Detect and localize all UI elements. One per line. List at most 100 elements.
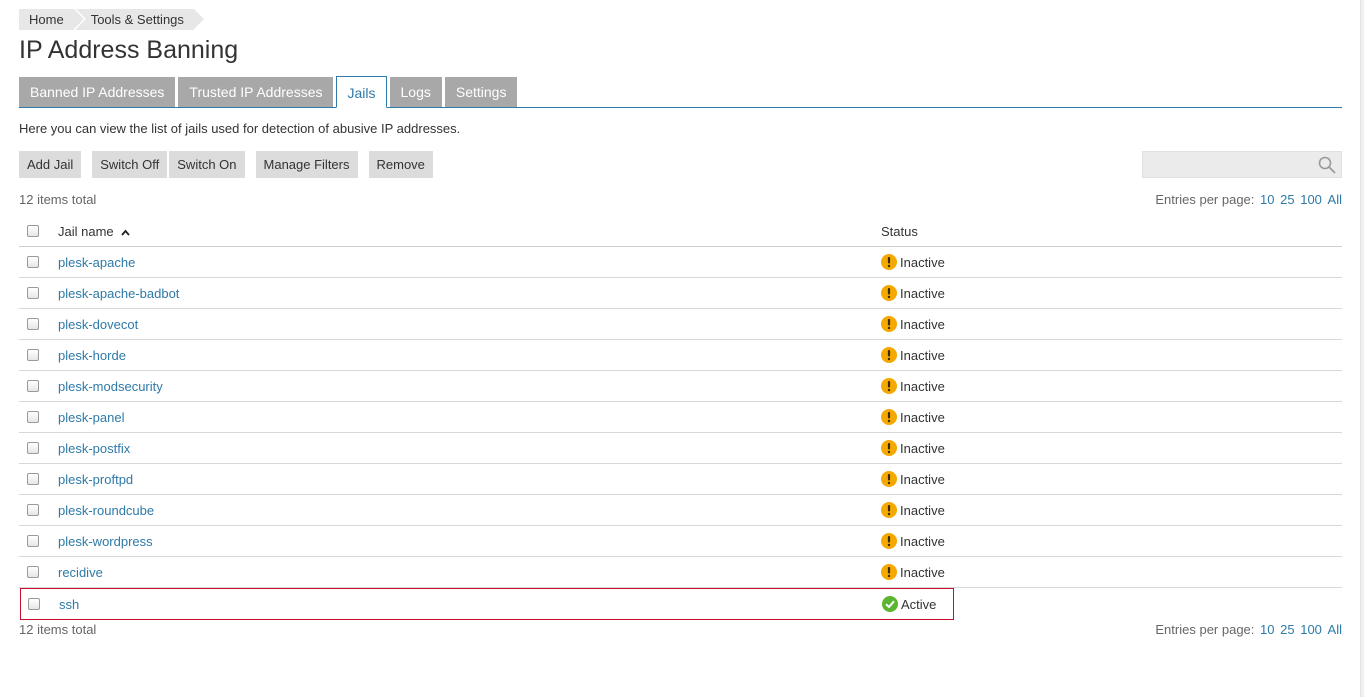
status-cell: Inactive [881,564,945,580]
table-row: plesk-dovecot Inactive [19,309,1342,340]
column-header-status[interactable]: Status [881,224,918,239]
jail-name-link[interactable]: plesk-wordpress [58,534,153,549]
row-checkbox[interactable] [27,535,39,547]
warning-icon [881,440,897,456]
row-checkbox[interactable] [27,349,39,361]
tab-settings[interactable]: Settings [444,77,518,107]
warning-icon [881,471,897,487]
table-row: plesk-panel Inactive [19,402,1342,433]
jail-name-link[interactable]: plesk-apache [58,255,135,270]
table-header: Jail name Status [19,216,1342,247]
tab-bar: Banned IP Addresses Trusted IP Addresses… [19,76,1342,108]
search-icon[interactable] [1318,156,1336,174]
jails-table: Jail name Status plesk-apache Inactive ple… [19,216,1342,620]
page-hint: Here you can view the list of jails used… [19,121,461,136]
status-cell: Inactive [881,502,945,518]
row-checkbox[interactable] [27,318,39,330]
status-cell: Active [882,596,936,612]
add-jail-button[interactable]: Add Jail [19,151,82,178]
column-header-jail-name[interactable]: Jail name [58,224,130,239]
status-label: Inactive [900,347,945,363]
table-row: plesk-horde Inactive [19,340,1342,371]
entries-option-25[interactable]: 25 [1280,622,1294,637]
jail-name-link[interactable]: plesk-dovecot [58,317,138,332]
row-checkbox[interactable] [27,504,39,516]
status-cell: Inactive [881,440,945,456]
sort-ascending-icon [121,229,130,236]
status-label: Inactive [900,409,945,425]
breadcrumb: Home Tools & Settings [19,9,207,30]
row-checkbox[interactable] [28,598,40,610]
scrollbar-edge [1360,0,1364,697]
status-label: Inactive [900,502,945,518]
table-row: recidive Inactive [19,557,1342,588]
entries-option-all[interactable]: All [1328,622,1342,637]
jail-name-link[interactable]: plesk-proftpd [58,472,133,487]
column-jail-name-label: Jail name [58,223,114,239]
entries-option-all[interactable]: All [1328,192,1342,207]
entries-per-page-bottom: Entries per page: 10 25 100 All [1155,622,1342,637]
entries-label: Entries per page: [1155,622,1255,637]
jail-name-link[interactable]: plesk-apache-badbot [58,286,179,301]
row-checkbox[interactable] [27,256,39,268]
jail-name-link[interactable]: plesk-roundcube [58,503,154,518]
warning-icon [881,254,897,270]
row-checkbox[interactable] [27,442,39,454]
row-checkbox[interactable] [27,411,39,423]
table-row: plesk-roundcube Inactive [19,495,1342,526]
jail-name-link[interactable]: plesk-horde [58,348,126,363]
row-checkbox[interactable] [27,380,39,392]
table-row: plesk-postfix Inactive [19,433,1342,464]
tab-jails[interactable]: Jails [336,76,387,108]
table-row: plesk-apache Inactive [19,247,1342,278]
items-total-bottom: 12 items total [19,622,97,637]
switch-off-button[interactable]: Switch Off [92,151,168,178]
table-body: plesk-apache Inactive plesk-apache-badbot I… [19,247,1342,620]
warning-icon [881,533,897,549]
row-checkbox[interactable] [27,473,39,485]
warning-icon [881,409,897,425]
table-row: plesk-apache-badbot Inactive [19,278,1342,309]
check-circle-icon [882,596,898,612]
tab-logs[interactable]: Logs [389,77,442,107]
status-cell: Inactive [881,409,945,425]
status-cell: Inactive [881,254,945,270]
table-row: plesk-modsecurity Inactive [19,371,1342,402]
warning-icon [881,378,897,394]
jail-name-link[interactable]: plesk-postfix [58,441,130,456]
warning-icon [881,564,897,580]
tab-banned-ip-addresses[interactable]: Banned IP Addresses [19,77,176,107]
breadcrumb-tools-settings[interactable]: Tools & Settings [75,9,207,30]
breadcrumb-home[interactable]: Home [19,9,86,30]
row-checkbox[interactable] [27,287,39,299]
page: Home Tools & Settings IP Address Banning… [0,0,1364,697]
entries-option-100[interactable]: 100 [1300,622,1322,637]
row-checkbox[interactable] [27,566,39,578]
entries-option-100[interactable]: 100 [1300,192,1322,207]
warning-icon [881,285,897,301]
entries-option-25[interactable]: 25 [1280,192,1294,207]
jail-name-link[interactable]: plesk-panel [58,410,125,425]
status-label: Inactive [900,471,945,487]
status-label: Inactive [900,533,945,549]
warning-icon [881,502,897,518]
search-input[interactable] [1143,152,1313,177]
jail-name-link[interactable]: ssh [59,597,79,612]
table-row: ssh Active [20,588,954,620]
jail-name-link[interactable]: plesk-modsecurity [58,379,163,394]
page-title: IP Address Banning [19,36,239,64]
entries-per-page-top: Entries per page: 10 25 100 All [1155,192,1342,207]
manage-filters-button[interactable]: Manage Filters [255,151,358,178]
jail-name-link[interactable]: recidive [58,565,103,580]
status-cell: Inactive [881,285,945,301]
remove-button[interactable]: Remove [368,151,433,178]
switch-on-button[interactable]: Switch On [169,151,245,178]
toolbar: Add Jail Switch Off Switch On Manage Fil… [19,151,433,178]
status-label: Inactive [900,564,945,580]
select-all-checkbox[interactable] [27,225,39,237]
tab-trusted-ip-addresses[interactable]: Trusted IP Addresses [178,77,334,107]
warning-icon [881,316,897,332]
status-label: Inactive [900,285,945,301]
entries-option-10[interactable]: 10 [1260,192,1274,207]
entries-option-10[interactable]: 10 [1260,622,1274,637]
